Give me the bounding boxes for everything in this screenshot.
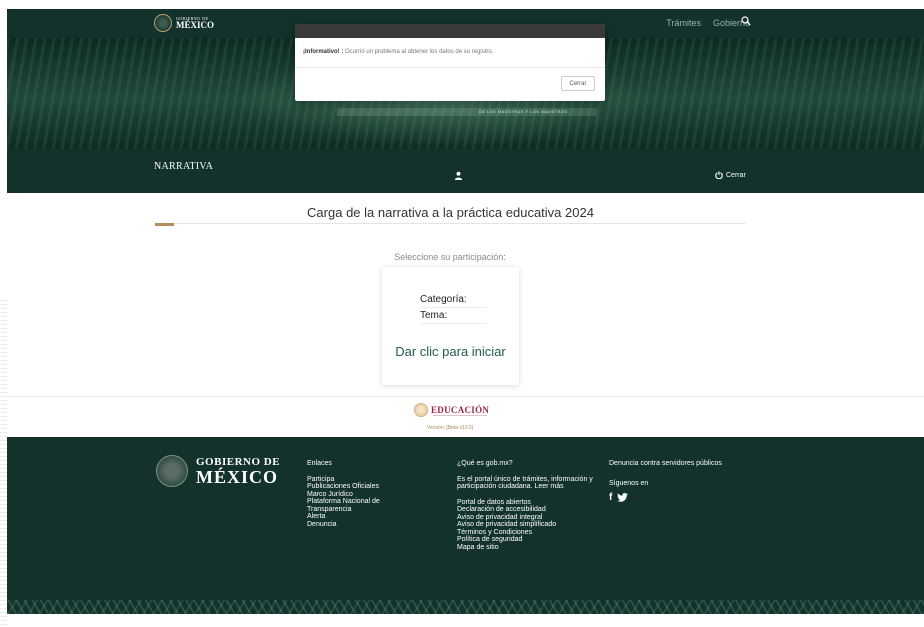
link-marco-juridico[interactable]: Marco Jurídico	[307, 491, 417, 499]
modal-text: Ocurrió un problema al obtener los datos…	[345, 49, 494, 55]
footer-logo[interactable]: GOBIERNO DE MÉXICO	[156, 455, 280, 487]
footer-brand-l1: GOBIERNO DE	[196, 455, 281, 468]
link-alerta[interactable]: Alerta	[307, 513, 417, 521]
topic-label: Tema:	[420, 310, 486, 324]
twitter-icon[interactable]	[617, 493, 629, 502]
page-title: Carga de la narrativa a la práctica educ…	[307, 205, 594, 220]
title-accent	[155, 223, 174, 226]
modal-label: ¡Informativo! :	[303, 49, 344, 55]
link-denuncia-servidores[interactable]: Denuncia contra servidores públicos	[609, 460, 769, 468]
nav-tramites[interactable]: Trámites	[666, 18, 701, 28]
mexico-seal-icon	[154, 14, 172, 32]
about-heading: ¿Qué es gob.mx?	[457, 460, 513, 467]
link-seguridad[interactable]: Política de seguridad	[457, 536, 597, 544]
links-heading: Enlaces	[307, 460, 332, 467]
version-label: Versión: [Beta v13.5]	[426, 425, 474, 431]
link-privacidad-integral[interactable]: Aviso de privacidad integral	[457, 514, 597, 522]
footer-contact: Denuncia contra servidores públicos Sígu…	[609, 460, 769, 502]
category-label: Categoría:	[420, 294, 486, 308]
link-publicaciones[interactable]: Publicaciones Oficiales	[307, 483, 417, 491]
section-title: NARRATIVA	[154, 161, 214, 172]
select-participation-label: Seleccione su participación:	[394, 252, 506, 262]
decorative-pattern	[0, 300, 7, 627]
footer: GOBIERNO DE MÉXICO Enlaces Participa Pub…	[7, 437, 924, 614]
modal-header	[295, 24, 605, 38]
link-denuncia[interactable]: Denuncia	[307, 521, 417, 529]
mid-divider	[0, 396, 924, 397]
gob-mx-logo[interactable]: GOBIERNO DE MÉXICO	[154, 14, 214, 32]
brand-big: MÉXICO	[176, 19, 214, 30]
participation-card[interactable]: Categoría: Tema: Dar clic para iniciar	[382, 267, 519, 385]
logout-label: Cerrar	[726, 171, 746, 179]
link-accesibilidad[interactable]: Declaración de accesibilidad	[457, 506, 597, 514]
title-divider	[155, 223, 746, 224]
footer-about: ¿Qué es gob.mx? Es el portal único de tr…	[457, 460, 597, 551]
search-icon[interactable]	[741, 16, 751, 26]
modal-close-button[interactable]: Cerrar	[561, 76, 595, 91]
banner-caption: DE LAS MAESTRAS Y LOS MAESTROS	[479, 109, 568, 114]
section-bar: NARRATIVA Cerrar	[7, 149, 924, 193]
modal-message: ¡Informativo! : Ocurrió un problema al o…	[303, 49, 493, 55]
mexico-seal-icon	[156, 455, 188, 487]
follow-label: Síguenos en	[609, 479, 649, 487]
nav-links: Trámites Gobierno	[666, 18, 750, 28]
start-link[interactable]: Dar clic para iniciar	[382, 344, 519, 359]
link-privacidad-simplificado[interactable]: Aviso de privacidad simplificado	[457, 521, 597, 529]
footer-links: Enlaces Participa Publicaciones Oficiale…	[307, 460, 417, 528]
sep-name: EDUCACIÓN	[431, 405, 490, 415]
power-icon	[715, 171, 723, 179]
sep-seal-icon	[414, 403, 428, 417]
about-description[interactable]: Es el portal único de trámites, informac…	[457, 476, 597, 491]
footer-brand-l2: MÉXICO	[196, 466, 278, 487]
link-terminos[interactable]: Términos y Condiciones	[457, 529, 597, 537]
link-participa[interactable]: Participa	[307, 476, 417, 484]
facebook-icon[interactable]: f	[609, 493, 612, 502]
link-mapa-sitio[interactable]: Mapa de sitio	[457, 544, 597, 552]
link-datos-abiertos[interactable]: Portal de datos abiertos	[457, 499, 597, 507]
logout-button[interactable]: Cerrar	[715, 171, 746, 179]
link-transparencia[interactable]: Plataforma Nacional de Transparencia	[307, 498, 417, 513]
footer-pattern	[7, 600, 924, 614]
user-icon[interactable]	[454, 171, 463, 180]
info-modal: ¡Informativo! : Ocurrió un problema al o…	[295, 24, 605, 101]
